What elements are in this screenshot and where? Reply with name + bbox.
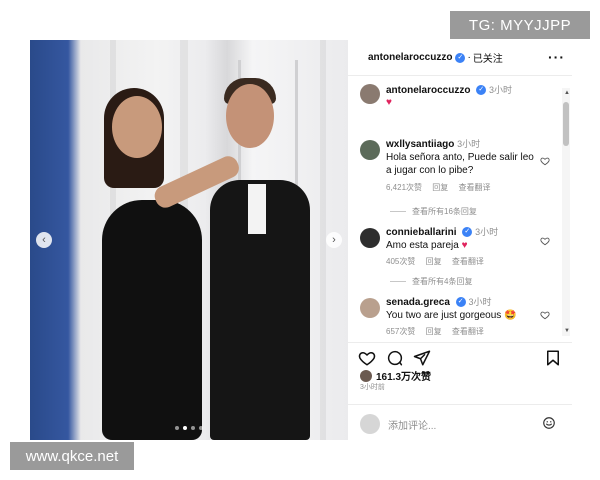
separator-dot: ·	[467, 52, 471, 63]
scrollbar-thumb[interactable]	[563, 102, 569, 146]
post-photo[interactable]: ‹ ›	[30, 40, 348, 440]
comment-body: senada.greca ✓ 3小时 You two are just gorg…	[386, 296, 536, 322]
heart-emoji: ♥	[461, 240, 468, 251]
caption: antonelaroccuzzo ✓ 3小时	[386, 84, 512, 97]
heart-outline-icon[interactable]	[540, 236, 550, 246]
man-shirt	[248, 184, 266, 234]
commenter-avatar[interactable]	[360, 298, 380, 318]
verified-icon: ✓	[462, 227, 473, 238]
heart-emoji: ♥	[386, 97, 392, 108]
carousel-dot	[175, 426, 179, 430]
comment-text: You two are just gorgeous	[386, 310, 502, 321]
woman-dress	[102, 200, 202, 440]
reply-button[interactable]: 回复	[426, 257, 442, 266]
post-side-panel: antonelaroccuzzo ✓ · 已关注 ··· antonelaroc…	[348, 40, 572, 440]
author-username[interactable]: antonelaroccuzzo	[368, 52, 452, 63]
chevron-left-icon: ‹	[42, 234, 46, 246]
translate-button[interactable]: 查看翻译	[459, 183, 491, 192]
comment-time: 3小时	[468, 297, 492, 307]
reply-button[interactable]: 回复	[426, 327, 442, 336]
comment-meta: 657次赞 回复 查看翻译	[386, 326, 492, 336]
bookmark-icon[interactable]	[544, 349, 562, 367]
comment-meta: 405次赞 回复 查看翻译	[386, 256, 492, 267]
comment-username[interactable]: wxllysantiiago	[386, 139, 454, 150]
comment-like-count: 657次赞	[386, 327, 416, 336]
more-options-button[interactable]: ···	[548, 49, 565, 65]
comment-username[interactable]: connieballarini	[386, 227, 457, 238]
caption-time: 3小时	[489, 85, 513, 95]
comment-text: Hola señora anto, Puede salir leo a juga…	[386, 152, 534, 176]
watermark-bottom: www.qkce.net	[10, 442, 134, 470]
carousel-next-button[interactable]: ›	[326, 232, 342, 248]
likes-summary: 161.3万次赞	[360, 368, 431, 383]
comment-like-count: 6,421次赞	[386, 183, 423, 192]
heart-outline-icon[interactable]	[540, 310, 550, 320]
comment-body: connieballarini ✓ 3小时 Amo esta pareja ♥	[386, 226, 536, 252]
chevron-right-icon: ›	[332, 234, 336, 246]
scroll-up-icon[interactable]: ▲	[564, 90, 570, 96]
comment-like-count: 405次赞	[386, 257, 416, 266]
woman-face	[112, 96, 162, 158]
comment-meta: 6,421次赞 回复 查看翻译	[386, 182, 499, 193]
follow-status-button[interactable]: 已关注	[473, 50, 503, 65]
add-comment-input[interactable]: 添加评论...	[388, 417, 436, 432]
carousel-dot-active	[183, 426, 187, 430]
carousel-dot	[191, 426, 195, 430]
starstruck-emoji: 🤩	[504, 310, 517, 321]
verified-icon: ✓	[455, 297, 466, 308]
like-heart-icon[interactable]	[358, 349, 376, 367]
emoji-icon[interactable]	[542, 416, 556, 430]
likes-count[interactable]: 161.3万次赞	[376, 368, 431, 383]
share-send-icon[interactable]	[413, 349, 431, 367]
commenter-avatar[interactable]	[360, 140, 380, 160]
post-header: antonelaroccuzzo ✓ · 已关注 ···	[348, 40, 572, 76]
comment-username[interactable]: senada.greca	[386, 297, 450, 308]
verified-icon: ✓	[455, 52, 466, 63]
watermark-top: TG: MYYJJPP	[450, 11, 590, 39]
view-replies-button[interactable]: 查看所有4条回复	[390, 276, 472, 287]
comment-time: 3小时	[475, 227, 499, 237]
reply-button[interactable]: 回复	[432, 183, 448, 192]
commenter-avatar[interactable]	[360, 228, 380, 248]
add-comment-bar: 添加评论...	[348, 404, 572, 440]
comment-time: 3小时	[457, 139, 481, 149]
liker-avatar	[360, 369, 372, 382]
comment-body: wxllysantiiago 3小时 Hola señora anto, Pue…	[386, 138, 536, 177]
caption-username[interactable]: antonelaroccuzzo	[386, 85, 470, 96]
carousel-dots	[30, 426, 348, 430]
translate-button[interactable]: 查看翻译	[452, 327, 484, 336]
carousel-dot	[199, 426, 203, 430]
view-replies-button[interactable]: 查看所有16条回复	[390, 206, 477, 217]
comments-list: antonelaroccuzzo ✓ 3小时 ♥ wxllysantiiago …	[348, 76, 572, 336]
comment-text: Amo esta pareja	[386, 240, 459, 251]
post-timestamp: 3小时前	[360, 384, 385, 391]
verified-icon: ✓	[476, 85, 487, 96]
current-user-avatar	[360, 414, 380, 434]
scroll-down-icon[interactable]: ▼	[564, 328, 570, 334]
comment-icon[interactable]	[386, 349, 404, 367]
heart-outline-icon[interactable]	[540, 156, 550, 166]
carousel-prev-button[interactable]: ‹	[36, 232, 52, 248]
translate-button[interactable]: 查看翻译	[452, 257, 484, 266]
man-face	[226, 84, 274, 148]
author-avatar[interactable]	[360, 84, 380, 104]
